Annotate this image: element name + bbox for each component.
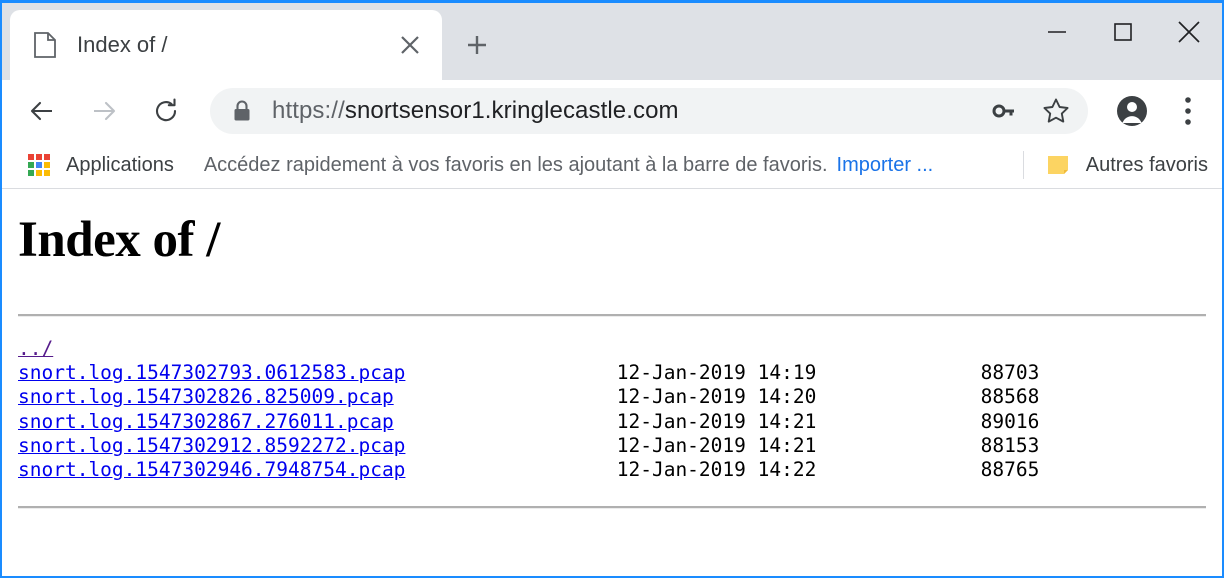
plus-icon [468, 36, 486, 54]
forward-button [82, 89, 126, 133]
page-icon [34, 32, 56, 58]
apps-grid-icon [28, 154, 50, 176]
apps-cell [44, 162, 50, 168]
bookmarks-bar: Applications Accédez rapidement à vos fa… [2, 142, 1222, 189]
address-bar[interactable]: https://snortsensor1.kringlecastle.com [210, 88, 1088, 134]
file-link[interactable]: snort.log.1547302912.8592272.pcap [18, 434, 405, 457]
tab-index-of[interactable]: Index of / [10, 10, 442, 80]
apps-cell [28, 154, 34, 160]
close-icon [1178, 21, 1200, 43]
import-bookmarks-link[interactable]: Importer ... [837, 154, 934, 177]
apps-cell [36, 170, 42, 176]
browser-toolbar: https://snortsensor1.kringlecastle.com [2, 80, 1222, 142]
page-title: Index of / [18, 212, 220, 268]
file-link[interactable]: snort.log.1547302867.276011.pcap [18, 410, 394, 433]
maximize-button[interactable] [1090, 3, 1156, 61]
file-meta: 12-Jan-2019 14:21 88153 [405, 433, 1040, 457]
arrow-right-icon [94, 101, 116, 121]
minimize-icon [1048, 31, 1066, 33]
apps-cell [44, 170, 50, 176]
file-meta: 12-Jan-2019 14:19 88703 [405, 361, 1040, 385]
reload-icon [155, 98, 177, 122]
url-scheme: https:// [272, 97, 345, 124]
maximize-icon [1114, 23, 1132, 41]
apps-cell [28, 162, 34, 168]
window-controls [1024, 3, 1222, 61]
profile-avatar[interactable] [1110, 89, 1154, 133]
address-bar-text: https://snortsensor1.kringlecastle.com [272, 97, 982, 125]
lock-icon[interactable] [232, 99, 252, 123]
account-icon [1117, 96, 1147, 126]
file-link[interactable]: snort.log.1547302946.7948754.pcap [18, 458, 405, 481]
bookmarks-separator [1022, 151, 1024, 179]
other-bookmarks-button[interactable]: Autres favoris [1046, 154, 1208, 177]
other-bookmarks-label: Autres favoris [1085, 153, 1208, 176]
browser-window: Index of / https://snortsensor1.kringlec… [0, 0, 1224, 578]
arrow-left-icon [30, 101, 52, 121]
file-meta: 12-Jan-2019 14:22 88765 [405, 458, 1040, 482]
tab-title: Index of / [77, 32, 168, 57]
bookmark-star-icon[interactable] [1034, 89, 1078, 133]
top-divider [18, 314, 1206, 317]
apps-cell [44, 154, 50, 160]
tab-strip: Index of / [2, 3, 1222, 80]
file-link[interactable]: snort.log.1547302826.825009.pcap [18, 385, 394, 408]
apps-cell [28, 170, 34, 176]
close-tab-icon[interactable] [392, 27, 428, 63]
close-window-button[interactable] [1156, 3, 1222, 61]
reload-button[interactable] [144, 89, 188, 133]
apps-label: Applications [66, 153, 174, 176]
kebab-menu-icon [1185, 97, 1191, 125]
page-content: Index of / ../ snort.log.1547302793.0612… [2, 189, 1222, 576]
parent-directory-link[interactable]: ../ [18, 337, 53, 360]
new-tab-button[interactable] [452, 20, 502, 70]
minimize-button[interactable] [1024, 3, 1090, 61]
bookmarks-hint-text: Accédez rapidement à vos favoris en les … [203, 153, 828, 176]
back-button[interactable] [20, 89, 64, 133]
folder-icon [1046, 154, 1070, 176]
password-manager-icon[interactable] [982, 89, 1026, 133]
url-host: snortsensor1.kringlecastle.com [344, 97, 679, 124]
bottom-divider [18, 506, 1206, 510]
directory-listing: ../ snort.log.1547302793.0612583.pcap 12… [18, 337, 1208, 482]
file-meta: 12-Jan-2019 14:20 88568 [393, 385, 1040, 409]
apps-cell [36, 154, 42, 160]
bookmark-apps-shortcut[interactable]: Applications [28, 154, 174, 177]
file-meta: 12-Jan-2019 14:21 89016 [393, 409, 1040, 433]
file-link[interactable]: snort.log.1547302793.0612583.pcap [18, 361, 405, 384]
browser-menu-button[interactable] [1168, 89, 1208, 133]
apps-cell [36, 162, 42, 168]
